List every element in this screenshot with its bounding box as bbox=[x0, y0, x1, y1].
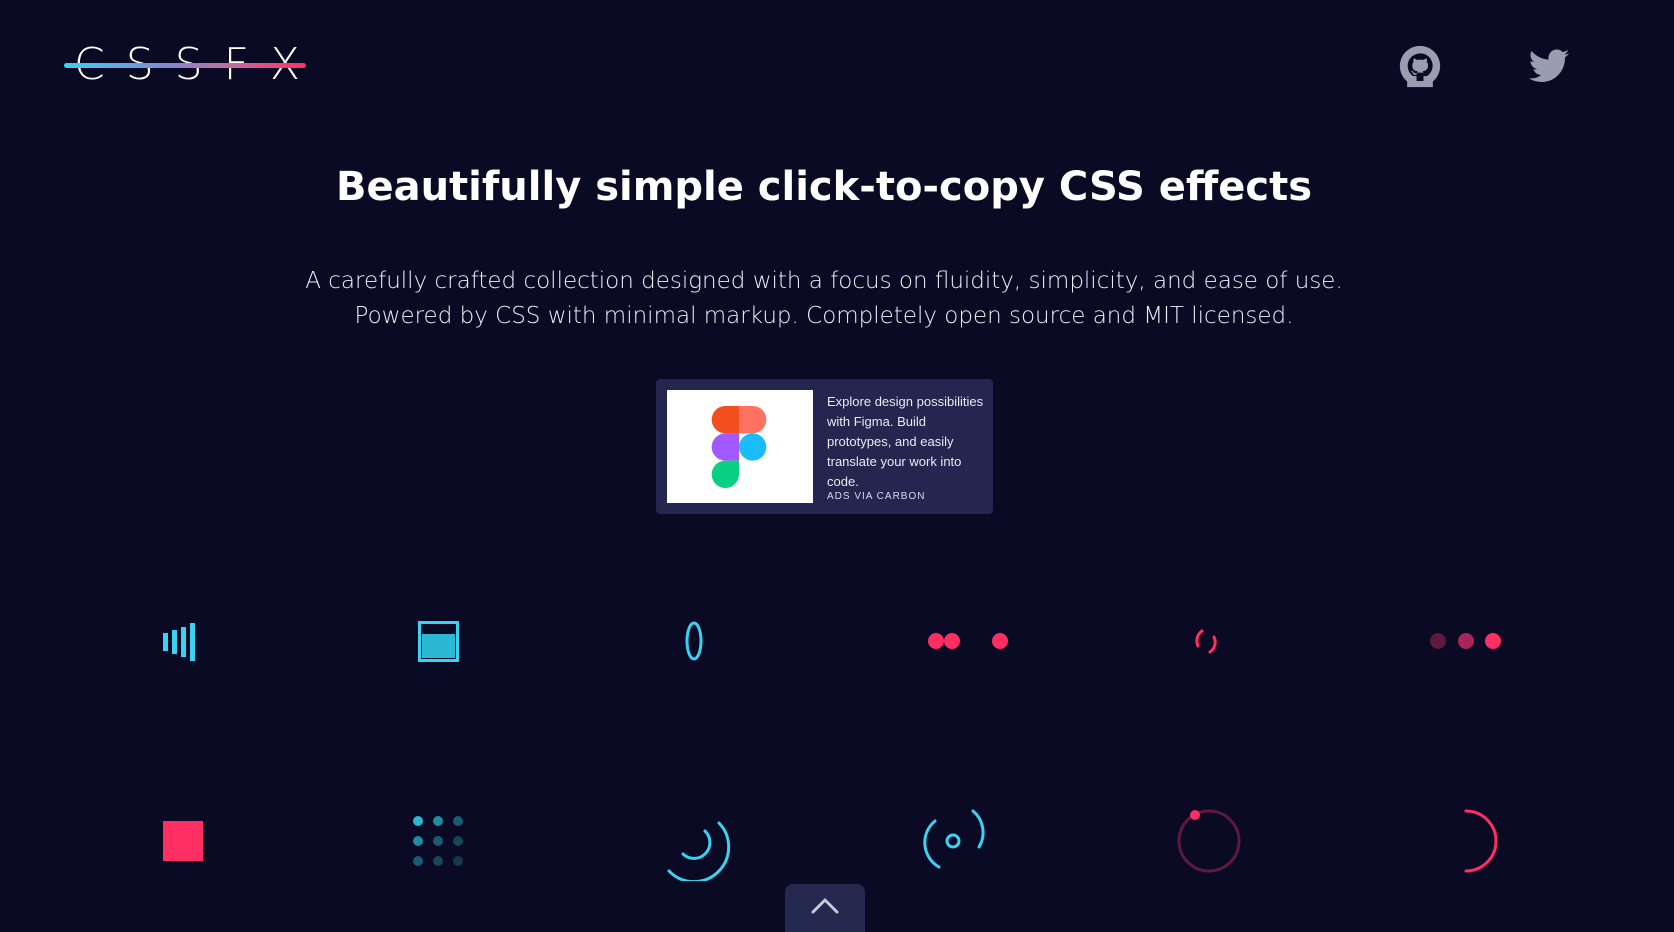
ad-image[interactable] bbox=[667, 390, 813, 503]
square-loader[interactable] bbox=[143, 801, 223, 881]
half-circle-loader[interactable] bbox=[1426, 801, 1506, 881]
chevron-up-icon bbox=[811, 898, 839, 914]
subtitle-line-1: A carefully crafted collection designed … bbox=[305, 268, 1343, 294]
figma-logo bbox=[711, 406, 767, 488]
subtitle-line-2: Powered by CSS with minimal markup. Comp… bbox=[354, 303, 1294, 329]
ad-text[interactable]: Explore design possibilities with Figma.… bbox=[827, 392, 987, 492]
spinning-ring-loader[interactable] bbox=[654, 601, 734, 681]
page-title: Beautifully simple click-to-copy CSS eff… bbox=[335, 164, 1313, 210]
logo-underline bbox=[64, 63, 306, 68]
scroll-top-button[interactable] bbox=[785, 884, 865, 932]
github-icon[interactable] bbox=[1398, 44, 1442, 88]
fill-box-loader[interactable] bbox=[399, 601, 479, 681]
fading-dots-loader[interactable] bbox=[1426, 601, 1506, 681]
ad-via-link[interactable]: ADS VIA CARBON bbox=[827, 491, 925, 502]
logo[interactable]: CSSFX bbox=[64, 42, 306, 88]
bouncing-dots-loader[interactable] bbox=[928, 601, 1008, 681]
page-subtitle: A carefully crafted collection designed … bbox=[0, 264, 1648, 334]
bars-loader[interactable] bbox=[143, 601, 223, 681]
dot-grid-loader[interactable] bbox=[398, 801, 478, 881]
dot-circle-loader[interactable] bbox=[1169, 801, 1249, 881]
twitter-icon[interactable] bbox=[1527, 44, 1571, 88]
orbit-loader[interactable] bbox=[913, 801, 993, 881]
carbon-ad[interactable]: Explore design possibilities with Figma.… bbox=[656, 379, 993, 514]
double-arc-loader[interactable] bbox=[659, 801, 739, 881]
arc-spinner-loader[interactable] bbox=[1168, 601, 1248, 681]
